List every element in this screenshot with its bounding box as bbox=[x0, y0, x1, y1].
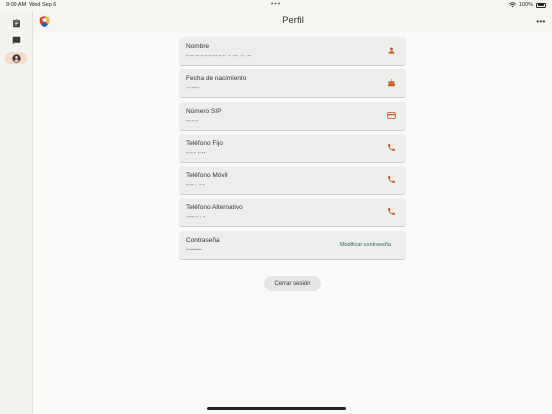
field-nombre[interactable]: Nombre ▪▫▪▪ ▪▫▫▪ ▪▫▪▫▪▪▫▪ ▪▫ ▪ ▫▪▪ ▫▪ ▫▪… bbox=[179, 37, 406, 66]
account-icon bbox=[11, 53, 21, 63]
chat-icon bbox=[12, 36, 20, 44]
field-label: Nombre bbox=[186, 43, 210, 50]
battery-percent: 100% bbox=[518, 2, 533, 8]
sidebar-item-chat[interactable] bbox=[5, 34, 27, 46]
status-indicators: 100% bbox=[508, 2, 546, 8]
status-bar: 9:09 AM Wed Sep 6 ••• 100% bbox=[0, 0, 552, 11]
status-date: Wed Sep 6 bbox=[29, 2, 57, 8]
clipboard-icon bbox=[12, 18, 20, 27]
person-icon bbox=[387, 46, 396, 55]
field-label: Fecha de nacimiento bbox=[186, 75, 247, 82]
field-value: ▫▪▫▪▪▪▫ bbox=[186, 85, 200, 90]
field-label: Teléfono Móvil bbox=[186, 172, 228, 179]
sidebar-item-profile[interactable] bbox=[5, 52, 27, 64]
status-time: 9:09 AM Wed Sep 6 bbox=[6, 2, 56, 8]
field-value: ▪▫▪▫▪ ▪▫▪▪ bbox=[186, 150, 206, 155]
field-telefono-movil[interactable]: Teléfono Móvil ▪▫▪▪ ▫ ▪▫▪ bbox=[179, 166, 406, 195]
cake-icon bbox=[387, 78, 396, 87]
password-mask: •••••••••• bbox=[186, 247, 202, 252]
field-label: Número SIP bbox=[186, 108, 222, 115]
field-fecha-nacimiento[interactable]: Fecha de nacimiento ▫▪▫▪▪▪▫ bbox=[179, 69, 406, 98]
status-clock: 9:09 AM bbox=[6, 2, 27, 8]
sidebar bbox=[0, 11, 33, 414]
credit-card-icon bbox=[387, 111, 396, 120]
field-label: Teléfono Fijo bbox=[186, 140, 223, 147]
multitasking-dots-icon[interactable]: ••• bbox=[271, 1, 281, 8]
page-title: Perfil bbox=[282, 15, 304, 26]
field-value: ▪▪▫▪▫▪ bbox=[186, 118, 198, 123]
field-value: ▫▪▪▪▫▪ ▫ ▪ bbox=[186, 214, 206, 219]
field-telefono-fijo[interactable]: Teléfono Fijo ▪▫▪▫▪ ▪▫▪▪ bbox=[179, 134, 406, 163]
change-password-button[interactable]: Modificar contraseña bbox=[340, 242, 391, 248]
battery-icon bbox=[536, 2, 546, 8]
more-options-icon[interactable]: ••• bbox=[534, 14, 548, 28]
phone-icon bbox=[387, 207, 396, 216]
field-label: Contraseña bbox=[186, 237, 220, 244]
logout-button[interactable]: Cerrar sesión bbox=[264, 276, 321, 291]
home-indicator[interactable] bbox=[207, 407, 346, 410]
phone-icon bbox=[387, 175, 396, 184]
wifi-icon bbox=[508, 2, 516, 8]
field-numero-sip[interactable]: Número SIP ▪▪▫▪▫▪ bbox=[179, 102, 406, 131]
field-telefono-alternativo[interactable]: Teléfono Alternativo ▫▪▪▪▫▪ ▫ ▪ bbox=[179, 198, 406, 227]
top-bar: Perfil ••• bbox=[34, 11, 552, 33]
sidebar-item-clipboard[interactable] bbox=[5, 17, 27, 29]
field-label: Teléfono Alternativo bbox=[186, 204, 243, 211]
field-contrasena[interactable]: Contraseña •••••••••• Modificar contrase… bbox=[179, 231, 406, 260]
field-value: ▪▫▪▪ ▪▫▫▪ ▪▫▪▫▪▪▫▪ ▪▫ ▪ ▫▪▪ ▫▪ ▫▪▪ bbox=[186, 53, 252, 58]
field-value: ▪▫▪▪ ▫ ▪▫▪ bbox=[186, 182, 206, 187]
phone-icon bbox=[387, 143, 396, 152]
